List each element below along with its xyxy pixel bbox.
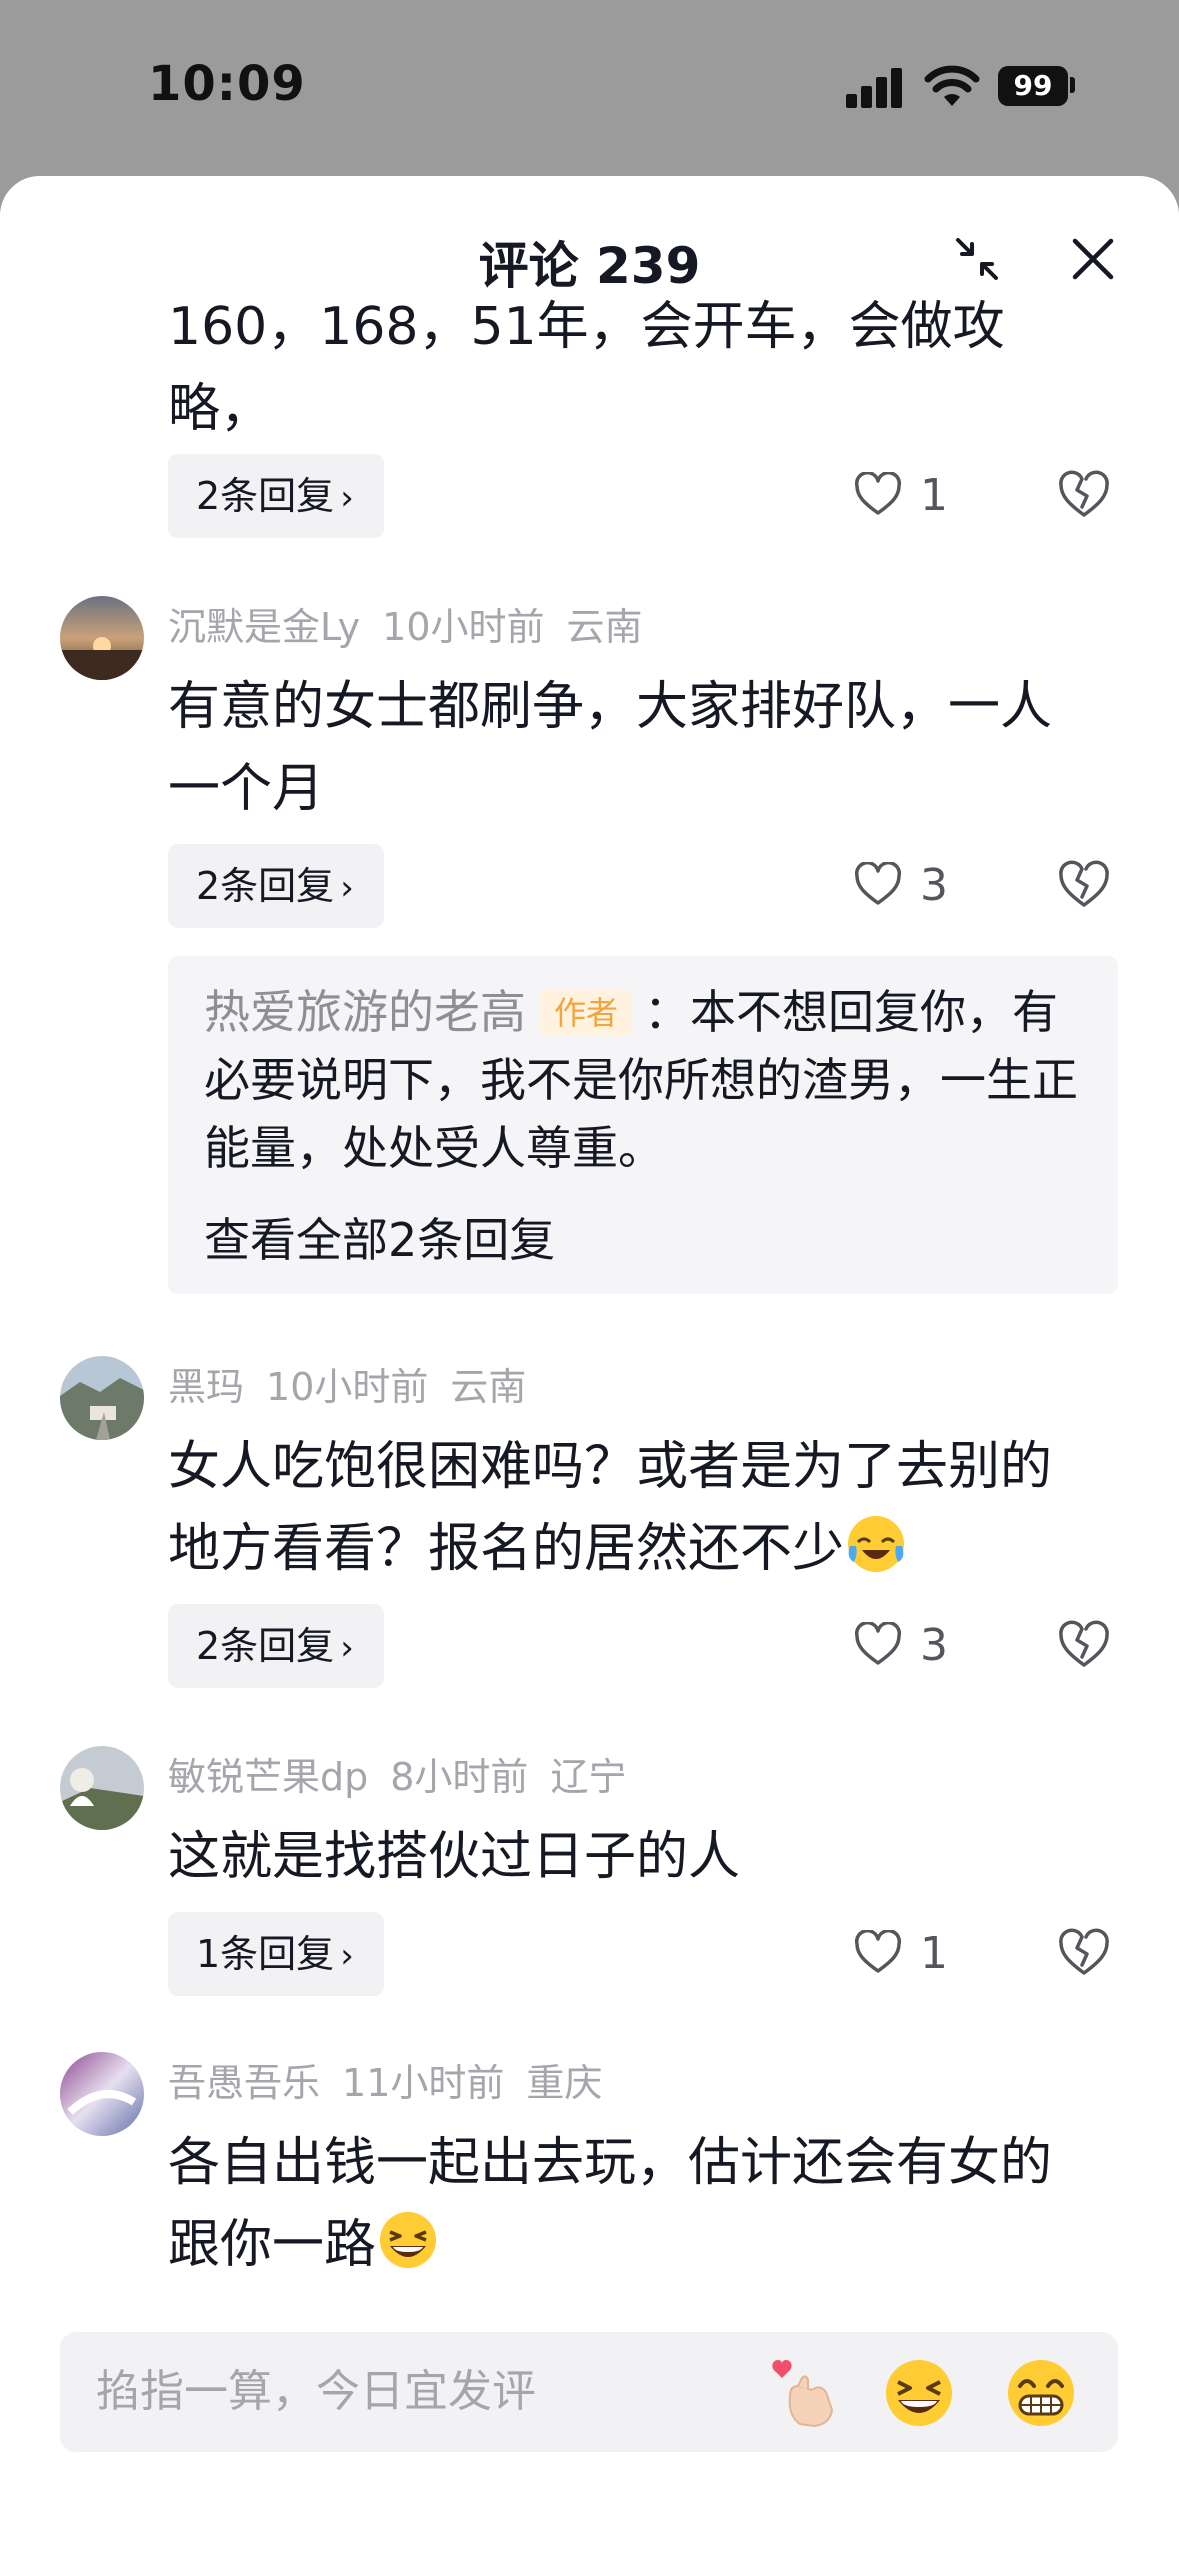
laugh-cry-emoji bbox=[848, 1516, 905, 1572]
avatar[interactable] bbox=[60, 1746, 144, 1830]
comments-title: 评论 239 bbox=[0, 226, 1179, 298]
avatar-image bbox=[60, 596, 144, 680]
avatar-image bbox=[60, 1746, 144, 1830]
heart-icon bbox=[854, 1930, 902, 1973]
heart-icon bbox=[854, 862, 902, 905]
like-button[interactable]: 1 bbox=[854, 1924, 974, 1984]
comment-text: 有意的女士都刷争，大家排好队，一人一个月 bbox=[168, 677, 1053, 819]
like-button[interactable]: 3 bbox=[854, 1616, 974, 1676]
avatar[interactable] bbox=[60, 2052, 144, 2136]
comment-sheet: 160，168，51年，会开车，会做攻略， 会拍照 2条回复› 1 沉默是金Ly… bbox=[0, 176, 1179, 2556]
avatar[interactable] bbox=[60, 596, 144, 680]
comment-meta: 沉默是金Ly 10小时前 云南 bbox=[168, 596, 665, 651]
comment-meta: 吾愚吾乐 11小时前 重庆 bbox=[168, 2052, 624, 2107]
heart-icon bbox=[854, 472, 902, 515]
broken-heart-icon[interactable] bbox=[1058, 1618, 1110, 1670]
comment-input-placeholder: 掐指一算，今日宜发评 bbox=[96, 2366, 536, 2417]
comment-meta: 黑玛 10小时前 云南 bbox=[168, 1356, 548, 1411]
reply-count-label: 2条回复 bbox=[196, 864, 335, 908]
comment-time: 10小时前 bbox=[266, 1365, 429, 1409]
reply-count-label: 2条回复 bbox=[196, 474, 335, 518]
username[interactable]: 敏锐芒果dp bbox=[168, 1755, 368, 1799]
username[interactable]: 吾愚吾乐 bbox=[168, 2061, 320, 2105]
view-replies-button[interactable]: 2条回复 › bbox=[168, 1604, 384, 1688]
avatar-image bbox=[60, 2052, 144, 2136]
status-bar: 10:09 99 bbox=[0, 0, 1179, 176]
comment-text: 这就是找搭伙过日子的人 bbox=[168, 1827, 741, 1887]
view-replies-button[interactable]: 1条回复 › bbox=[168, 1912, 384, 1996]
close-icon[interactable] bbox=[1070, 236, 1116, 282]
avatar[interactable] bbox=[60, 1356, 144, 1440]
like-count: 3 bbox=[920, 1620, 948, 1671]
view-replies-button[interactable]: 2条回复 › bbox=[168, 844, 384, 928]
battery-indicator: 99 bbox=[998, 66, 1068, 106]
comment-location: 辽宁 bbox=[550, 1755, 627, 1799]
status-time: 10:09 bbox=[148, 56, 306, 112]
broken-heart-icon[interactable] bbox=[1058, 468, 1110, 520]
username[interactable]: 黑玛 bbox=[168, 1365, 244, 1409]
comment-text-body: 各自出钱一起出去玩，估计还会有女的跟你一路 bbox=[168, 2133, 1053, 2275]
chevron-right-icon: › bbox=[340, 1628, 354, 1668]
comment-time: 8小时前 bbox=[390, 1755, 529, 1799]
comment-time: 11小时前 bbox=[342, 2061, 505, 2105]
like-count: 1 bbox=[920, 470, 948, 521]
reply-count-label: 1条回复 bbox=[196, 1932, 335, 1976]
comment-text-line-cut: 160，168，51年，会开车，会做攻略， bbox=[168, 297, 1005, 439]
author-reply-box[interactable]: 热爱旅游的老高 作者 ：本不想回复你，有必要说明下，我不是你所想的渣男，一生正能量，… bbox=[168, 956, 1118, 1294]
collapse-icon[interactable] bbox=[954, 236, 1000, 282]
like-button[interactable]: 1 bbox=[854, 466, 974, 526]
comment-meta: 敏锐芒果dp 8小时前 辽宁 bbox=[168, 1746, 648, 1801]
battery-cap bbox=[1070, 77, 1075, 93]
comment-input[interactable]: 掐指一算，今日宜发评 bbox=[60, 2332, 1118, 2452]
like-count: 3 bbox=[920, 860, 948, 911]
avatar-image bbox=[60, 1356, 144, 1440]
comment-list[interactable]: 160，168，51年，会开车，会做攻略， 会拍照 2条回复› 1 沉默是金Ly… bbox=[0, 176, 1179, 2340]
broken-heart-icon[interactable] bbox=[1058, 858, 1110, 910]
username[interactable]: 沉默是金Ly bbox=[168, 605, 360, 649]
comment-time: 10小时前 bbox=[382, 605, 545, 649]
comment-text-body: 女人吃饱很困难吗？或者是为了去别的地方看看？报名的居然还不少 bbox=[168, 1437, 1053, 1579]
comment-text: 各自出钱一起出去玩，估计还会有女的跟你一路 bbox=[168, 2122, 1098, 2286]
chevron-right-icon: › bbox=[340, 1936, 354, 1976]
author-reply-text: 热爱旅游的老高 作者 ：本不想回复你，有必要说明下，我不是你所想的渣男，一生正能量，… bbox=[204, 978, 1094, 1182]
author-badge: 作者 bbox=[540, 990, 633, 1036]
reply-count-label: 2条回复 bbox=[196, 1624, 335, 1668]
view-all-replies-link[interactable]: 查看全部2条回复 bbox=[204, 1204, 555, 1270]
comment-text: 女人吃饱很困难吗？或者是为了去别的地方看看？报名的居然还不少 bbox=[168, 1426, 1098, 1590]
cellular-signal-icon bbox=[846, 66, 904, 108]
heart-icon bbox=[854, 1622, 902, 1665]
finger-heart-emoji[interactable] bbox=[768, 2356, 842, 2430]
like-count: 1 bbox=[920, 1928, 948, 1979]
author-reply-name[interactable]: 热爱旅游的老高 bbox=[204, 985, 526, 1039]
view-replies-button[interactable]: 2条回复 › bbox=[168, 454, 384, 538]
like-button[interactable]: 3 bbox=[854, 856, 974, 916]
comment-location: 云南 bbox=[566, 605, 643, 649]
comment-location: 重庆 bbox=[526, 2061, 603, 2105]
comment-location: 云南 bbox=[450, 1365, 527, 1409]
chevron-right-icon: › bbox=[340, 868, 354, 908]
wifi-icon bbox=[924, 65, 980, 106]
beaming-emoji[interactable] bbox=[1004, 2356, 1078, 2430]
sheet-header: 评论 239 bbox=[0, 176, 1179, 296]
chevron-right-icon: › bbox=[340, 478, 354, 518]
grin-emoji bbox=[380, 2212, 437, 2268]
broken-heart-icon[interactable] bbox=[1058, 1926, 1110, 1978]
grin-squint-emoji[interactable] bbox=[882, 2356, 956, 2430]
comments-title-text: 评论 239 bbox=[478, 237, 701, 295]
